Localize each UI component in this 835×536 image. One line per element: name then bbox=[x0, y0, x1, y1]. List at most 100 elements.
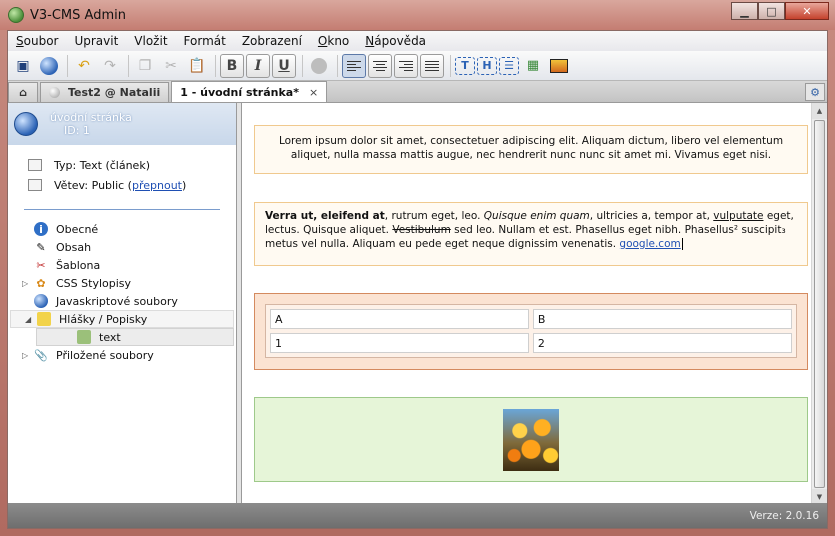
menu-napoveda[interactable]: Nápověda bbox=[357, 34, 434, 48]
tree-item-label: Hlášky / Popisky bbox=[59, 312, 148, 326]
table-cell[interactable]: 1 bbox=[270, 333, 529, 353]
app-logo-icon bbox=[8, 7, 24, 23]
table-cell[interactable]: A bbox=[270, 309, 529, 329]
menu-okno[interactable]: Okno bbox=[310, 34, 357, 48]
paste-icon[interactable]: 📋 bbox=[185, 54, 209, 78]
image-block[interactable] bbox=[254, 397, 808, 482]
tree-item-hlasky[interactable]: ◢ Hlášky / Popisky bbox=[10, 310, 234, 328]
insert-text-block-icon[interactable]: T bbox=[455, 56, 475, 75]
paperclip-icon: 📎 bbox=[34, 348, 48, 362]
insert-table-icon[interactable]: ▦ bbox=[521, 54, 545, 78]
branch-label-end: ) bbox=[181, 178, 187, 192]
align-center-icon[interactable] bbox=[368, 53, 392, 78]
toolbar-separator bbox=[67, 54, 68, 77]
table-row: 1 2 bbox=[270, 333, 792, 353]
leaf-icon bbox=[77, 330, 91, 344]
maximize-button[interactable]: □ bbox=[758, 2, 785, 20]
branch-label: Větev: Public ( bbox=[54, 178, 132, 192]
save-icon[interactable]: ▣ bbox=[11, 54, 35, 78]
folder-icon bbox=[37, 312, 51, 326]
title-bar: V3-CMS Admin ▁ □ ✕ bbox=[0, 0, 835, 30]
menu-upravit[interactable]: Upravit bbox=[66, 34, 126, 48]
page-type-row: Typ: Text (článek) bbox=[28, 155, 236, 175]
publish-icon[interactable] bbox=[37, 54, 61, 78]
vertical-scrollbar[interactable]: ▲ ▼ bbox=[811, 103, 827, 505]
content-table: A B 1 2 bbox=[265, 304, 797, 358]
tree-item-obecne[interactable]: i Obecné bbox=[8, 220, 236, 238]
underlined-text: vulputate bbox=[713, 210, 764, 222]
scroll-up-icon[interactable]: ▲ bbox=[812, 103, 827, 119]
status-bar: Verze: 2.0.16 bbox=[8, 503, 827, 528]
menu-format[interactable]: Formát bbox=[176, 34, 234, 48]
tab-home[interactable]: ⌂ bbox=[8, 82, 38, 102]
align-justify-icon[interactable] bbox=[420, 53, 444, 78]
google-link[interactable]: google.com bbox=[619, 238, 680, 250]
branch-row: Větev: Public (přepnout) bbox=[28, 175, 236, 195]
work-area: úvodní stránka ID: 1 Typ: Text (článek) … bbox=[8, 103, 827, 505]
toolbar-separator bbox=[450, 54, 451, 77]
window-title: V3-CMS Admin bbox=[30, 7, 126, 23]
tree-item-javascript[interactable]: Javaskriptové soubory bbox=[8, 292, 236, 310]
tab-test2[interactable]: Test2 @ Natalii bbox=[40, 82, 170, 102]
tree-item-sablona[interactable]: ✂ Šablona bbox=[8, 256, 236, 274]
table-cell[interactable]: B bbox=[532, 309, 792, 329]
switch-branch-link[interactable]: přepnout bbox=[132, 179, 182, 192]
table-cell[interactable]: 2 bbox=[532, 333, 792, 353]
tab-uvodni-stranka[interactable]: 1 - úvodní stránka* × bbox=[171, 81, 328, 102]
tab-menu-icon[interactable]: ⚙ bbox=[805, 83, 825, 101]
redo-icon[interactable]: ↷ bbox=[98, 54, 122, 78]
expand-icon[interactable]: ▷ bbox=[22, 351, 34, 360]
italic-button[interactable]: I bbox=[246, 53, 270, 78]
align-right-icon[interactable] bbox=[394, 53, 418, 78]
version-label: Verze: 2.0.16 bbox=[749, 509, 819, 522]
copy-icon[interactable]: ❐ bbox=[133, 54, 157, 78]
link-icon[interactable] bbox=[307, 54, 331, 78]
tree-item-label: Obecné bbox=[56, 222, 99, 236]
text-block-2[interactable]: Verra ut, eleifend at, rutrum eget, leo.… bbox=[254, 202, 808, 266]
editor-canvas: Lorem ipsum dolor sit amet, consectetuer… bbox=[242, 103, 827, 505]
paragraph-text: , rutrum eget, leo. bbox=[384, 210, 484, 222]
tree-item-label: CSS Stylopisy bbox=[56, 276, 132, 290]
site-icon bbox=[49, 87, 60, 98]
menu-vlozit[interactable]: Vložit bbox=[126, 34, 175, 48]
collapse-icon[interactable]: ◢ bbox=[25, 315, 37, 324]
italic-text: Quisque enim quam bbox=[483, 210, 590, 222]
page-title: úvodní stránka bbox=[50, 111, 132, 124]
template-icon: ✂ bbox=[36, 258, 46, 272]
tree-item-prilozene[interactable]: ▷ 📎 Přiložené soubory bbox=[8, 346, 236, 364]
toolbar-separator bbox=[337, 54, 338, 77]
tab-label: Test2 @ Natalii bbox=[68, 86, 161, 99]
tab-close-icon[interactable]: × bbox=[309, 86, 318, 99]
paragraph-text: , ultricies a, tempor at, bbox=[589, 210, 714, 222]
css-icon: ✿ bbox=[36, 276, 46, 290]
menu-soubor[interactable]: Soubor bbox=[8, 34, 66, 48]
text-cursor bbox=[681, 238, 683, 250]
menu-zobrazeni[interactable]: Zobrazení bbox=[234, 34, 310, 48]
sidebar: úvodní stránka ID: 1 Typ: Text (článek) … bbox=[8, 103, 237, 505]
insert-heading-block-icon[interactable]: H bbox=[477, 56, 497, 75]
tree-item-label: text bbox=[99, 330, 121, 344]
tree-item-css[interactable]: ▷ ✿ CSS Stylopisy bbox=[8, 274, 236, 292]
insert-list-block-icon[interactable]: ☰ bbox=[499, 56, 519, 75]
tree-item-label: Přiložené soubory bbox=[56, 348, 154, 362]
cut-icon[interactable]: ✂ bbox=[159, 54, 183, 78]
insert-image-icon[interactable] bbox=[547, 54, 571, 78]
paragraph-text: Lorem ipsum dolor sit amet, consectetuer… bbox=[278, 135, 784, 161]
scroll-thumb[interactable] bbox=[814, 120, 825, 488]
tree-item-label: Javaskriptové soubory bbox=[56, 294, 178, 308]
table-block[interactable]: A B 1 2 bbox=[254, 293, 808, 370]
underline-button[interactable]: U bbox=[272, 53, 296, 78]
text-block-1[interactable]: Lorem ipsum dolor sit amet, consectetuer… bbox=[254, 125, 808, 174]
minimize-button[interactable]: ▁ bbox=[731, 2, 758, 20]
bold-button[interactable]: B bbox=[220, 53, 244, 78]
close-button[interactable]: ✕ bbox=[785, 2, 829, 20]
menu-bar: Soubor Upravit Vložit Formát Zobrazení O… bbox=[8, 31, 827, 51]
expand-icon[interactable]: ▷ bbox=[22, 279, 34, 288]
tree-item-obsah[interactable]: ✎ Obsah bbox=[8, 238, 236, 256]
bold-text: Verra ut, eleifend at bbox=[265, 210, 385, 222]
undo-icon[interactable]: ↶ bbox=[72, 54, 96, 78]
window-controls: ▁ □ ✕ bbox=[731, 2, 829, 20]
tab-label: 1 - úvodní stránka* bbox=[180, 85, 299, 99]
tree-item-text[interactable]: text bbox=[36, 328, 234, 346]
align-left-icon[interactable] bbox=[342, 53, 366, 78]
